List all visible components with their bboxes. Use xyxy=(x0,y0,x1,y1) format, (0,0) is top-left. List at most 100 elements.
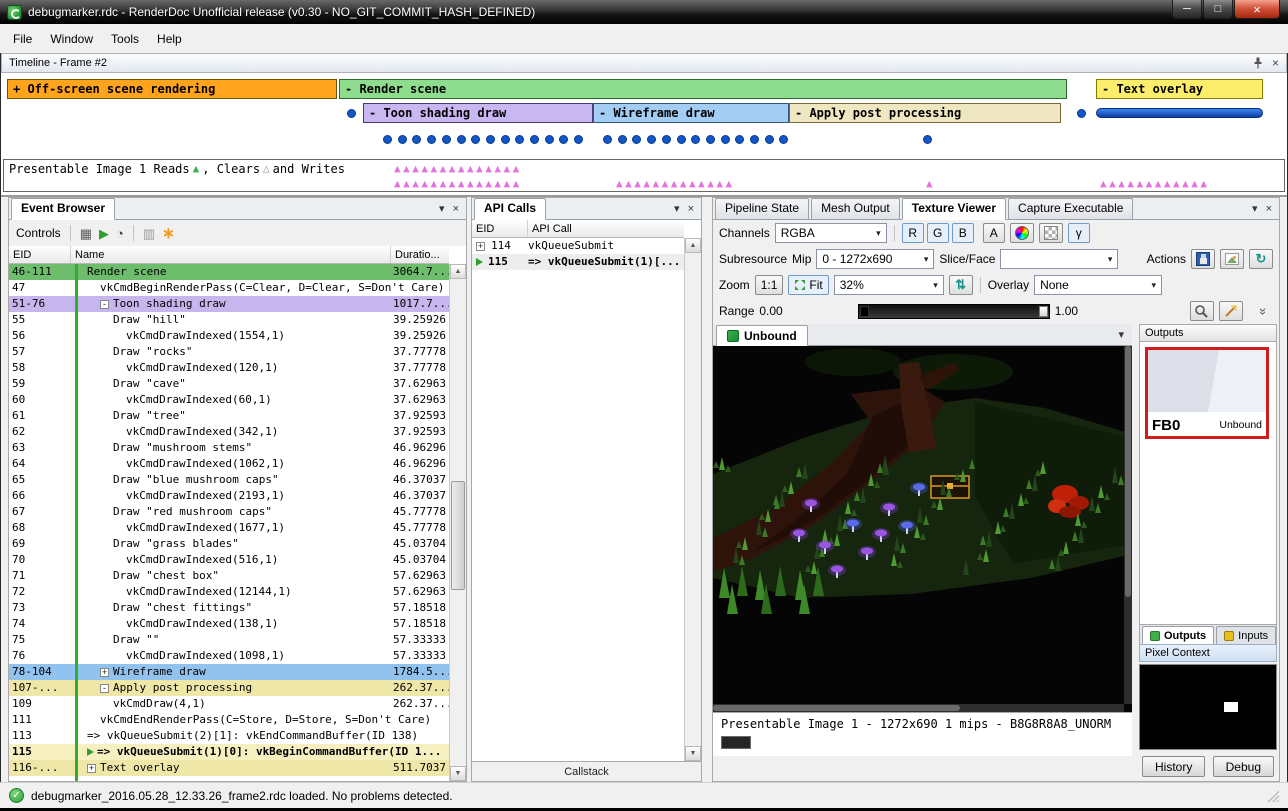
draw-event-dot[interactable] xyxy=(632,135,641,144)
viewport-hscrollbar[interactable] xyxy=(713,704,1124,712)
titlebar[interactable]: debugmarker.rdc - RenderDoc Unofficial r… xyxy=(0,0,1288,24)
tab-texture-unbound[interactable]: Unbound xyxy=(716,325,808,346)
close-button[interactable]: × xyxy=(1234,0,1280,19)
pixel-context-view[interactable] xyxy=(1139,664,1277,750)
draw-event-dot[interactable] xyxy=(750,135,759,144)
fb0-thumbnail[interactable]: FB0 Unbound xyxy=(1145,347,1269,439)
draw-event-dot[interactable] xyxy=(471,135,480,144)
overlay-combo[interactable]: None ▾ xyxy=(1034,275,1162,295)
refresh-button[interactable]: ↻ xyxy=(1249,249,1273,269)
draw-event-dot[interactable] xyxy=(618,135,627,144)
draw-event-dot[interactable] xyxy=(662,135,671,144)
timeline-marker-bar[interactable]: + Off-screen scene rendering xyxy=(7,79,337,99)
draw-event-dot[interactable] xyxy=(603,135,612,144)
zoom-range-button[interactable] xyxy=(1190,301,1214,321)
channel-b-button[interactable]: B xyxy=(952,223,974,243)
scroll-up-icon[interactable]: ▲ xyxy=(450,264,466,279)
filter-icon[interactable]: ▦ xyxy=(80,227,92,240)
draw-event-dot[interactable] xyxy=(647,135,656,144)
draw-event-dot[interactable] xyxy=(706,135,715,144)
colorwheel-button[interactable] xyxy=(1010,223,1034,243)
checkerboard-button[interactable] xyxy=(1039,223,1063,243)
timeline-close-icon[interactable]: × xyxy=(1272,56,1279,70)
api-calls-scrollbar[interactable]: ▲ ▼ xyxy=(684,238,701,761)
draw-event-dot[interactable] xyxy=(442,135,451,144)
draw-event-dot[interactable] xyxy=(530,135,539,144)
range-slider[interactable] xyxy=(858,304,1050,319)
draw-event-dot[interactable] xyxy=(501,135,510,144)
right-panel-dropdown-icon[interactable]: ▾ xyxy=(1252,202,1258,215)
gamma-button[interactable]: γ xyxy=(1068,223,1090,243)
draw-event-dot[interactable] xyxy=(779,135,788,144)
zoom-combo[interactable]: 32% ▾ xyxy=(834,275,944,295)
scrollbar-thumb[interactable] xyxy=(451,481,465,590)
channel-r-button[interactable]: R xyxy=(902,223,924,243)
draw-event-dot[interactable] xyxy=(923,135,932,144)
draw-event-dot[interactable] xyxy=(1077,109,1086,118)
save-texture-button[interactable] xyxy=(1191,249,1215,269)
expander-icon[interactable]: - xyxy=(100,684,109,693)
column-eid[interactable]: EID xyxy=(9,246,71,263)
tab-api-calls[interactable]: API Calls xyxy=(474,198,546,220)
draw-event-dot[interactable] xyxy=(486,135,495,144)
pin-icon[interactable] xyxy=(1253,57,1263,69)
timer-icon[interactable]: ◔ xyxy=(116,227,124,240)
toolbar-overflow-icon[interactable]: » xyxy=(1256,307,1271,314)
channels-combo[interactable]: RGBA ▾ xyxy=(775,223,887,243)
viewport-vscrollbar[interactable] xyxy=(1124,346,1132,704)
channel-a-button[interactable]: A xyxy=(983,223,1005,243)
range-min-value[interactable]: 0.00 xyxy=(759,304,782,318)
scroll-down-icon[interactable]: ▼ xyxy=(685,746,701,761)
expander-icon[interactable]: + xyxy=(87,764,96,773)
channel-g-button[interactable]: G xyxy=(927,223,949,243)
scrollbar-thumb[interactable] xyxy=(1125,346,1131,597)
goto-eid-icon[interactable]: ▶ xyxy=(99,227,109,240)
tab-mesh-output[interactable]: Mesh Output xyxy=(811,198,900,219)
texture-image[interactable] xyxy=(713,346,1132,712)
fit-button[interactable]: Fit xyxy=(788,275,828,295)
column-duration[interactable]: Duratio... xyxy=(391,246,449,263)
tab-outputs[interactable]: Outputs xyxy=(1142,626,1214,644)
expander-icon[interactable]: + xyxy=(100,668,109,677)
draw-event-dot[interactable] xyxy=(691,135,700,144)
open-image-button[interactable] xyxy=(1220,249,1244,269)
draw-event-dot[interactable] xyxy=(457,135,466,144)
scrollbar-thumb[interactable] xyxy=(713,705,960,711)
draw-event-dot[interactable] xyxy=(721,135,730,144)
right-panel-close-icon[interactable]: × xyxy=(1266,203,1272,215)
scroll-up-icon[interactable]: ▲ xyxy=(685,238,701,253)
texture-list-dropdown-icon[interactable]: ▾ xyxy=(1118,328,1132,345)
event-browser-dropdown-icon[interactable]: ▾ xyxy=(439,202,445,215)
api-calls-close-icon[interactable]: × xyxy=(688,203,694,215)
event-browser-close-icon[interactable]: × xyxy=(453,203,459,215)
range-white-handle[interactable] xyxy=(1039,306,1048,317)
maximize-button[interactable]: □ xyxy=(1203,0,1233,19)
tab-texture-viewer[interactable]: Texture Viewer xyxy=(902,198,1006,220)
draw-event-dot[interactable] xyxy=(383,135,392,144)
bookmark-icon[interactable]: ∗ xyxy=(162,224,175,242)
event-browser-scrollbar[interactable]: ▲ ▼ xyxy=(449,264,466,781)
timeline-current-bar[interactable] xyxy=(1096,108,1263,118)
flip-y-button[interactable]: ⇅ xyxy=(949,275,973,295)
stats-icon[interactable]: ▥ xyxy=(143,227,155,240)
timeline-marker-bar[interactable]: - Render scene xyxy=(339,79,1067,99)
slice-face-combo[interactable]: ▾ xyxy=(1000,249,1118,269)
tab-inputs[interactable]: Inputs xyxy=(1216,626,1276,644)
draw-event-dot[interactable] xyxy=(347,109,356,118)
api-calls-dropdown-icon[interactable]: ▾ xyxy=(674,202,680,215)
menu-tools[interactable]: Tools xyxy=(102,27,148,51)
timeline-marker-bar[interactable]: - Wireframe draw xyxy=(593,103,789,123)
draw-event-dot[interactable] xyxy=(545,135,554,144)
mip-combo[interactable]: 0 - 1272x690 ▾ xyxy=(816,249,934,269)
draw-event-dot[interactable] xyxy=(574,135,583,144)
timeline-marker-bar[interactable]: - Apply post processing xyxy=(789,103,1061,123)
menu-help[interactable]: Help xyxy=(148,27,191,51)
resize-grip[interactable] xyxy=(1266,789,1279,802)
column-eid[interactable]: EID xyxy=(472,220,528,237)
range-max-value[interactable]: 1.00 xyxy=(1055,304,1078,318)
menu-file[interactable]: File xyxy=(4,27,41,51)
draw-event-dot[interactable] xyxy=(515,135,524,144)
autofit-range-button[interactable] xyxy=(1219,301,1243,321)
timeline-frame-view[interactable]: Presentable Image 1 Reads ▲ , Clears △ a… xyxy=(1,73,1287,197)
range-black-handle[interactable] xyxy=(860,306,869,317)
